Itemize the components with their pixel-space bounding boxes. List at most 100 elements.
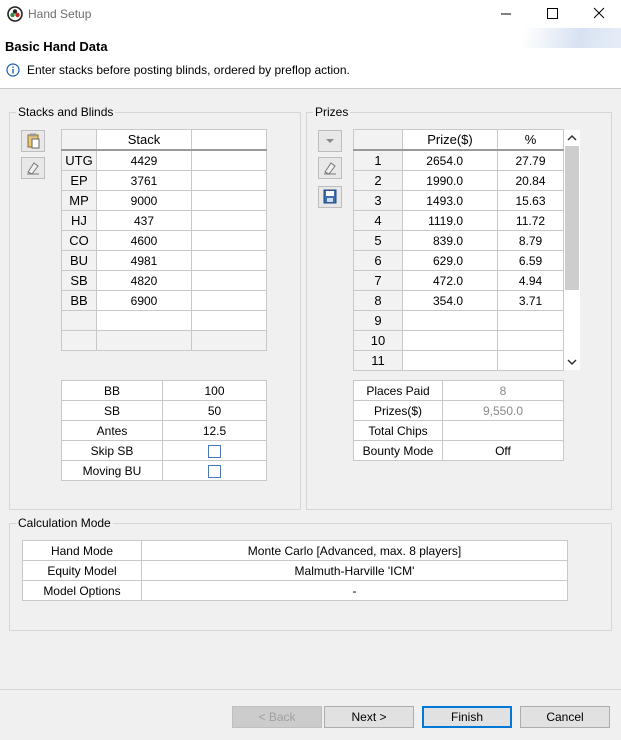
window-title: Hand Setup (28, 7, 92, 21)
stack-cell[interactable]: 6900 (96, 290, 192, 311)
position-label: HJ (61, 210, 97, 231)
table-row: 7 472.0 4.94 (353, 270, 564, 291)
scrollbar-thumb[interactable] (565, 146, 579, 290)
percent-cell[interactable]: 27.79 (497, 149, 564, 171)
moving-bu-checkbox[interactable] (208, 464, 221, 478)
empty-cell[interactable] (191, 190, 267, 211)
skip-sb-checkbox[interactable] (208, 444, 221, 458)
clear-stacks-button[interactable] (21, 157, 45, 179)
stack-cell[interactable]: 3761 (96, 170, 192, 191)
cancel-button[interactable]: Cancel (520, 706, 610, 728)
close-button[interactable] (575, 0, 621, 28)
percent-cell[interactable]: 15.63 (497, 190, 564, 211)
percent-cell[interactable] (497, 350, 564, 371)
calculation-mode-label: Calculation Mode (16, 516, 113, 530)
prize-cell[interactable]: 1493.0 (402, 190, 498, 211)
empty-cell[interactable] (96, 310, 192, 331)
empty-cell[interactable] (191, 250, 267, 271)
paste-button[interactable] (21, 130, 45, 152)
prize-cell[interactable]: 354.0 (402, 290, 498, 311)
clear-prizes-button[interactable] (318, 157, 342, 179)
antes-value[interactable]: 12.5 (162, 420, 267, 441)
finish-button[interactable]: Finish (422, 706, 512, 728)
place-label: 7 (353, 270, 403, 291)
stack-cell[interactable]: 4429 (96, 149, 192, 171)
prize-cell[interactable] (402, 310, 498, 331)
header-decoration (481, 28, 621, 48)
percent-cell[interactable]: 11.72 (497, 210, 564, 231)
table-row: CO 4600 (61, 230, 267, 251)
save-prizes-button[interactable] (318, 186, 342, 208)
hand-mode-value[interactable]: Monte Carlo [Advanced, max. 8 players] (141, 540, 568, 561)
table-row: Model Options - (22, 580, 568, 601)
empty-cell[interactable] (191, 230, 267, 251)
position-label: UTG (61, 149, 97, 171)
chevron-up-icon (567, 134, 577, 141)
prize-cell[interactable] (402, 350, 498, 371)
stacks-table: Stack UTG 4429 EP 3761 MP 9000 HJ 437 CO 4600… (61, 129, 267, 351)
info-message: Enter stacks before posting blinds, orde… (27, 63, 350, 77)
sb-value[interactable]: 50 (162, 400, 267, 421)
prize-column-header: Prize($) (402, 129, 498, 151)
maximize-button[interactable] (529, 0, 575, 28)
table-row (61, 310, 267, 331)
empty-cell[interactable] (191, 270, 267, 291)
table-row (61, 330, 267, 351)
scroll-up-button[interactable] (564, 131, 580, 145)
place-label: 6 (353, 250, 403, 271)
minimize-button[interactable] (483, 0, 529, 28)
prize-cell[interactable]: 2654.0 (402, 149, 498, 171)
table-row: UTG 4429 (61, 149, 267, 171)
bb-value[interactable]: 100 (162, 380, 267, 401)
stack-cell[interactable]: 437 (96, 210, 192, 231)
eraser-icon (324, 162, 336, 175)
empty-cell[interactable] (191, 210, 267, 231)
next-button[interactable]: Next > (324, 706, 414, 728)
empty-cell[interactable] (191, 149, 267, 171)
prize-cell[interactable]: 1119.0 (402, 210, 498, 231)
table-row: Total Chips (353, 420, 564, 441)
app-logo-icon (7, 6, 23, 22)
table-row: 1 2654.0 27.79 (353, 149, 564, 171)
percent-cell[interactable]: 3.71 (497, 290, 564, 311)
stack-cell[interactable]: 9000 (96, 190, 192, 211)
prize-cell[interactable]: 839.0 (402, 230, 498, 251)
empty-cell[interactable] (191, 310, 267, 331)
prize-cell[interactable]: 472.0 (402, 270, 498, 291)
title-bar: Hand Setup (0, 0, 621, 28)
percent-cell[interactable] (497, 310, 564, 331)
position-label: BU (61, 250, 97, 271)
percent-cell[interactable] (497, 330, 564, 351)
position-label: SB (61, 270, 97, 291)
table-row: 6 629.0 6.59 (353, 250, 564, 271)
equity-model-value[interactable]: Malmuth-Harville 'ICM' (141, 560, 568, 581)
clipboard-icon (27, 133, 40, 149)
table-row: SB 50 (61, 400, 267, 421)
back-button[interactable]: < Back (232, 706, 322, 728)
table-row: HJ 437 (61, 210, 267, 231)
table-row: 4 1119.0 11.72 (353, 210, 564, 231)
prize-cell[interactable]: 1990.0 (402, 170, 498, 191)
place-label: 10 (353, 330, 403, 351)
moving-bu-label: Moving BU (61, 460, 163, 481)
prize-cell[interactable] (402, 330, 498, 351)
position-label: BB (61, 290, 97, 311)
percent-cell[interactable]: 20.84 (497, 170, 564, 191)
stack-cell[interactable]: 4981 (96, 250, 192, 271)
empty-cell[interactable] (191, 290, 267, 311)
prize-cell[interactable]: 629.0 (402, 250, 498, 271)
close-icon (593, 7, 605, 19)
stack-cell[interactable]: 4820 (96, 270, 192, 291)
stack-cell[interactable]: 4600 (96, 230, 192, 251)
percent-cell[interactable]: 6.59 (497, 250, 564, 271)
place-label: 3 (353, 190, 403, 211)
table-row: 8 354.0 3.71 (353, 290, 564, 311)
prize-structure-dropdown[interactable] (318, 130, 342, 152)
total-chips-value[interactable] (442, 420, 564, 441)
scroll-down-button[interactable] (564, 355, 580, 369)
model-options-value[interactable]: - (141, 580, 568, 601)
bounty-mode-value[interactable]: Off (442, 440, 564, 461)
percent-cell[interactable]: 4.94 (497, 270, 564, 291)
empty-cell[interactable] (191, 170, 267, 191)
percent-cell[interactable]: 8.79 (497, 230, 564, 251)
